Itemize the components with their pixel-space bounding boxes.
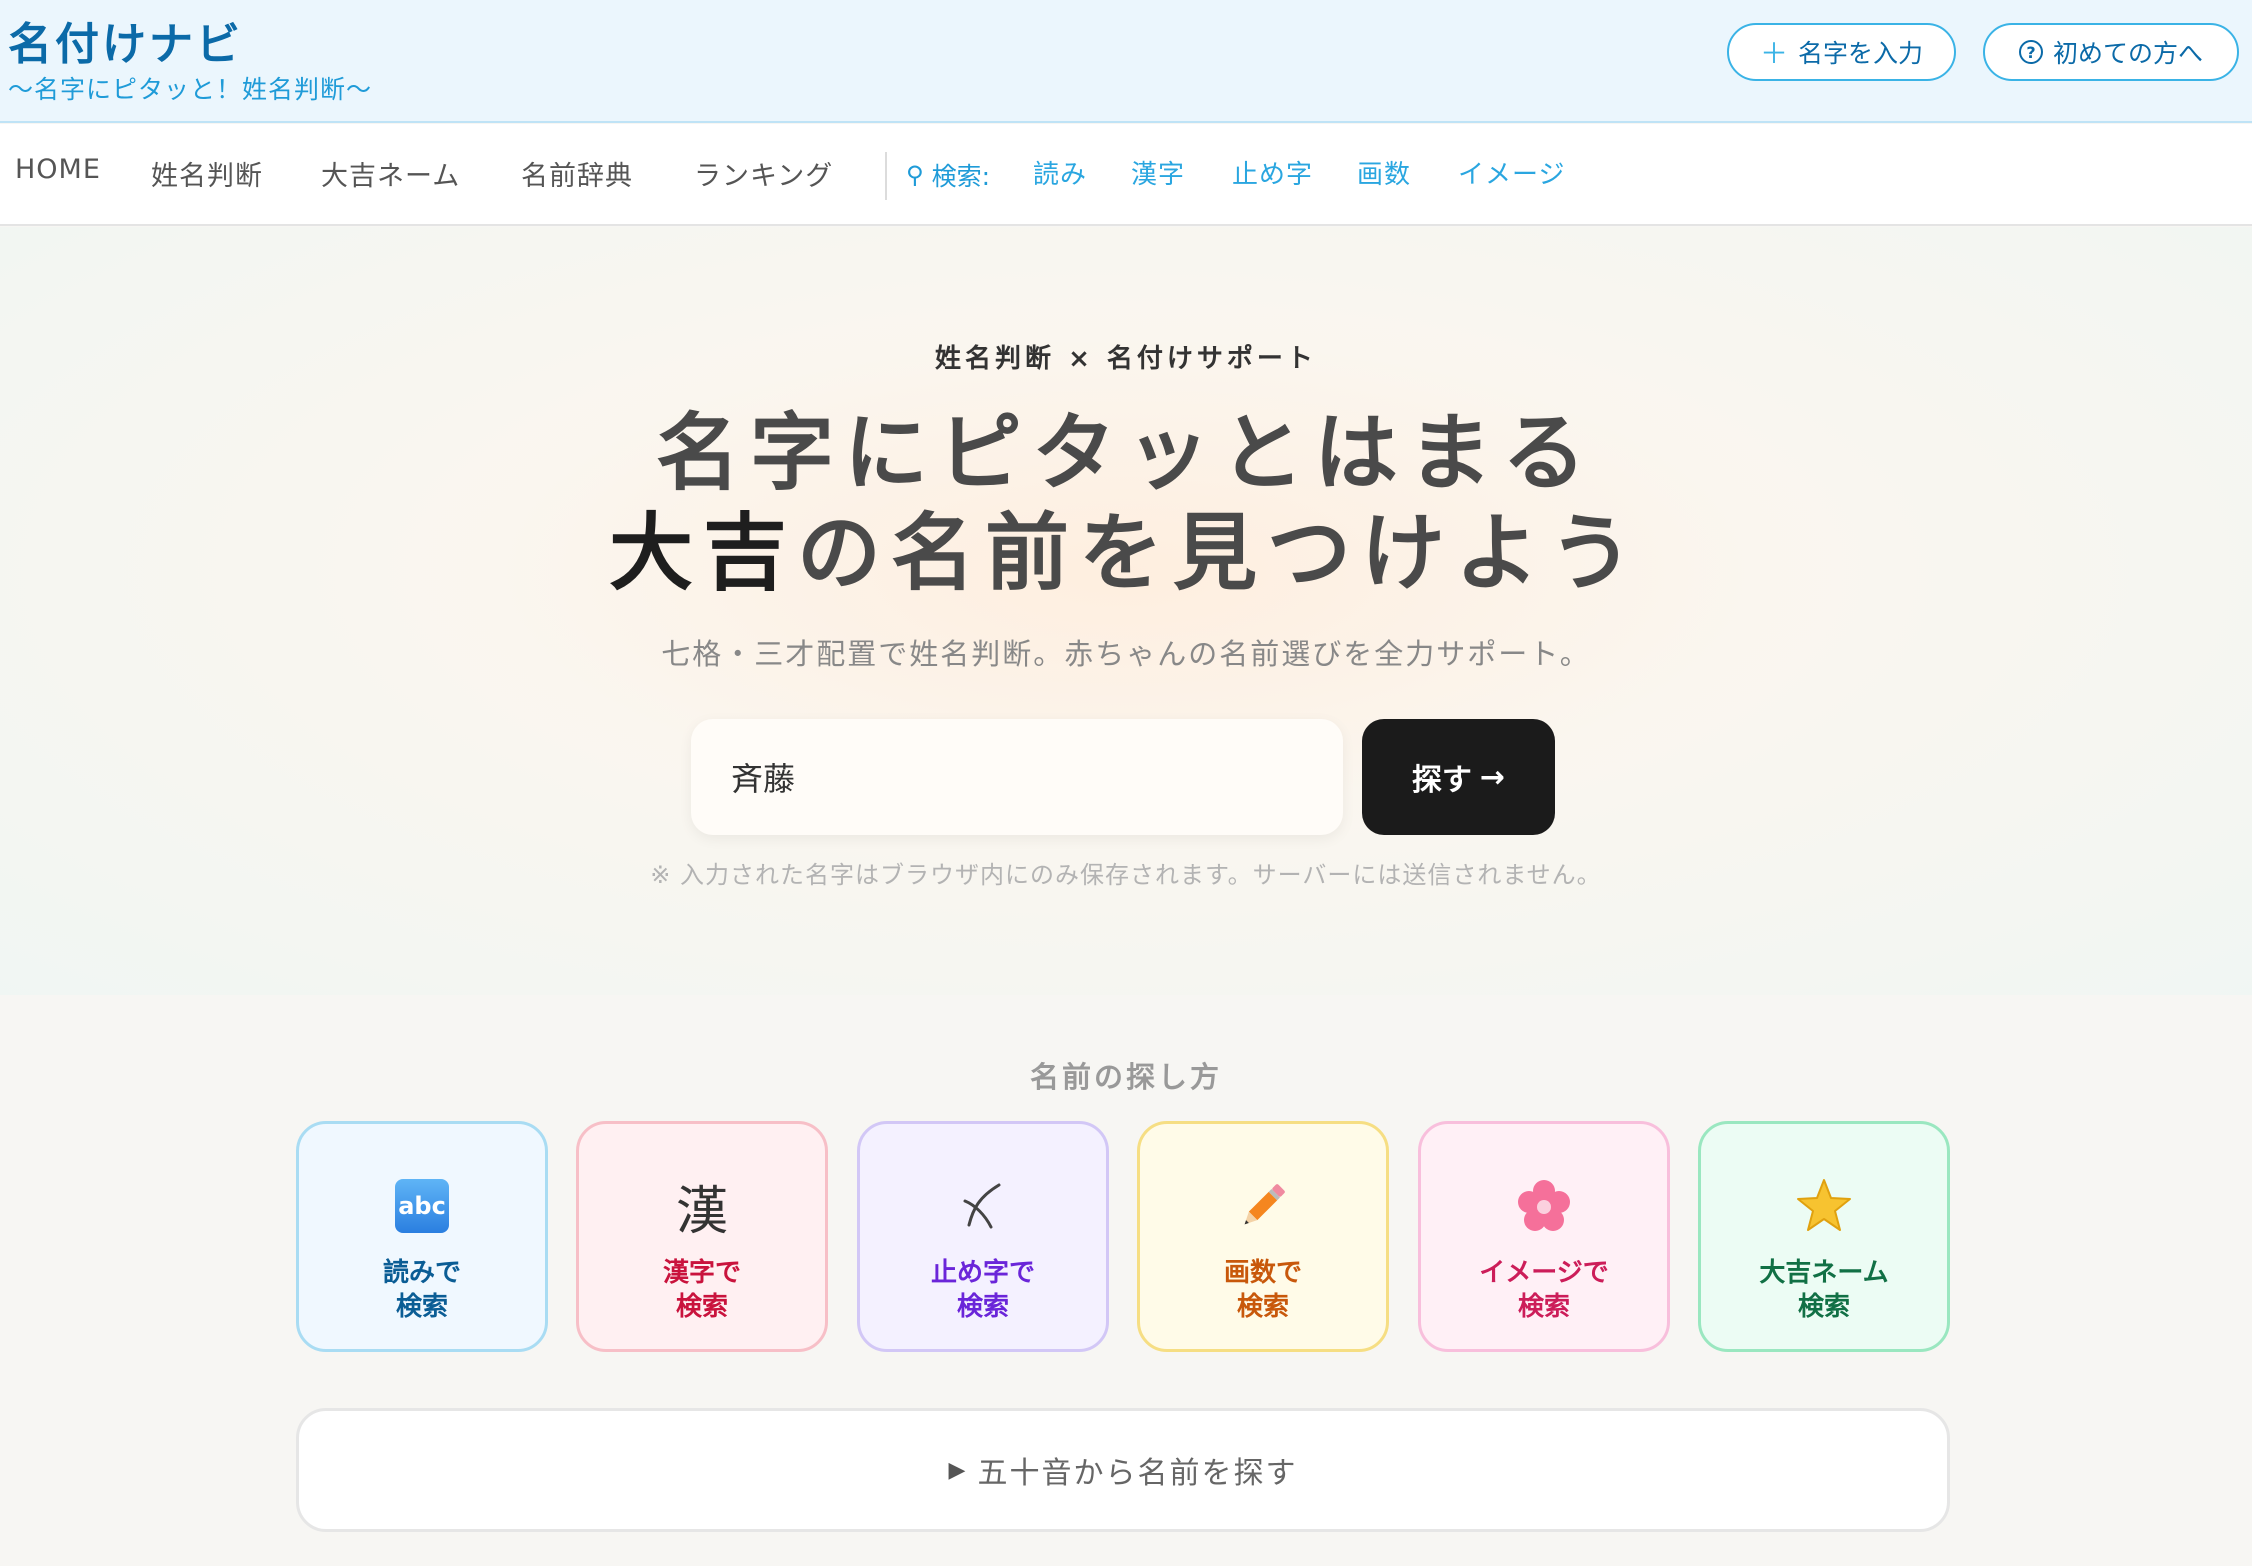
nav-home[interactable]: HOME [15, 154, 101, 185]
card-label: 大吉ネーム 検索 [1759, 1258, 1889, 1322]
nav-search-label: ⚲ 検索: [906, 161, 991, 191]
card-search-by-image[interactable]: イメージで 検索 [1418, 1121, 1670, 1352]
nav-search-reading[interactable]: 読み [1033, 154, 1087, 191]
hero-headline-line2: 大吉の名前を見つけよう [608, 504, 1644, 602]
add-surname-label: 名字を入力 [1798, 39, 1924, 68]
card-label: イメージで 検索 [1479, 1258, 1609, 1322]
first-time-button[interactable]: ? 初めての方へ [1983, 23, 2239, 81]
add-surname-button[interactable]: ＋ 名字を入力 [1727, 23, 1956, 81]
nav-divider [885, 152, 887, 200]
gojuon-label: 五十音から名前を探す [977, 1456, 1298, 1491]
gojuon-toggle[interactable]: ▶ 五十音から名前を探す [296, 1408, 1950, 1532]
nav-search-kanji[interactable]: 漢字 [1131, 154, 1185, 191]
card-label: 画数で 検索 [1223, 1258, 1302, 1322]
kanji-icon: 漢 [675, 1181, 728, 1242]
triangle-right-icon: ▶ [948, 1457, 968, 1483]
surname-input[interactable] [691, 719, 1343, 835]
card-search-by-kanji[interactable]: 漢 漢字で 検索 [576, 1121, 828, 1352]
abc-icon: abc [395, 1174, 449, 1238]
plus-icon: ＋ [1759, 37, 1788, 70]
main-nav: HOME 姓名判断 大吉ネーム 名前辞典 ランキング ⚲ 検索: 読み 漢字 止… [0, 124, 2252, 226]
nav-search-image[interactable]: イメージ [1458, 154, 1565, 191]
site-title[interactable]: 名付けナビ [8, 8, 243, 72]
hero-section: 姓名判断 × 名付けサポート 名字にピタッとはまる 大吉の名前を見つけよう 七格… [0, 227, 2252, 995]
nav-daikichi-name[interactable]: 大吉ネーム [321, 154, 460, 193]
site-header: 名付けナビ 〜名字にピタッと！姓名判断〜 ＋ 名字を入力 ? 初めての方へ [0, 0, 2252, 123]
card-label: 止め字で 検索 [930, 1258, 1035, 1322]
nav-seimei-handan[interactable]: 姓名判断 [151, 154, 263, 193]
arrow-right-icon: → [1479, 759, 1506, 795]
nav-name-dictionary[interactable]: 名前辞典 [521, 154, 633, 193]
hero-headline-accent: 大吉 [608, 504, 797, 602]
hero-kicker: 姓名判断 × 名付けサポート [935, 344, 1317, 374]
card-search-daikichi-name[interactable]: 大吉ネーム 検索 [1698, 1121, 1950, 1352]
hero-lead: 七格・三才配置で姓名判断。赤ちゃんの名前選びを全力サポート。 [661, 637, 1591, 671]
question-circle-icon: ? [2018, 40, 2043, 64]
card-label: 漢字で 検索 [662, 1258, 741, 1322]
card-search-by-ending-char[interactable]: 止め字で 検索 [857, 1121, 1109, 1352]
hero-headline-line1: 名字にピタッとはまる [655, 404, 1596, 502]
pencil-icon [1235, 1174, 1291, 1238]
star-icon [1795, 1174, 1853, 1238]
site-subtitle: 〜名字にピタッと！姓名判断〜 [8, 75, 373, 104]
nav-search-ending[interactable]: 止め字 [1232, 154, 1313, 191]
privacy-note: ※ 入力された名字はブラウザ内にのみ保存されます。サーバーには送信されません。 [650, 861, 1602, 889]
card-search-by-strokes[interactable]: 画数で 検索 [1137, 1121, 1389, 1352]
card-label: 読みで 検索 [382, 1258, 461, 1322]
howto-title: 名前の探し方 [1029, 1060, 1222, 1094]
ending-char-icon [959, 1174, 1007, 1238]
first-time-label: 初めての方へ [2052, 39, 2203, 68]
cherry-blossom-icon [1515, 1174, 1573, 1238]
card-search-by-reading[interactable]: abc 読みで 検索 [296, 1121, 548, 1352]
search-button[interactable]: 探す → [1362, 719, 1555, 835]
nav-ranking[interactable]: ランキング [694, 154, 833, 193]
search-icon: ⚲ [906, 161, 924, 189]
nav-search-strokes[interactable]: 画数 [1357, 154, 1411, 191]
